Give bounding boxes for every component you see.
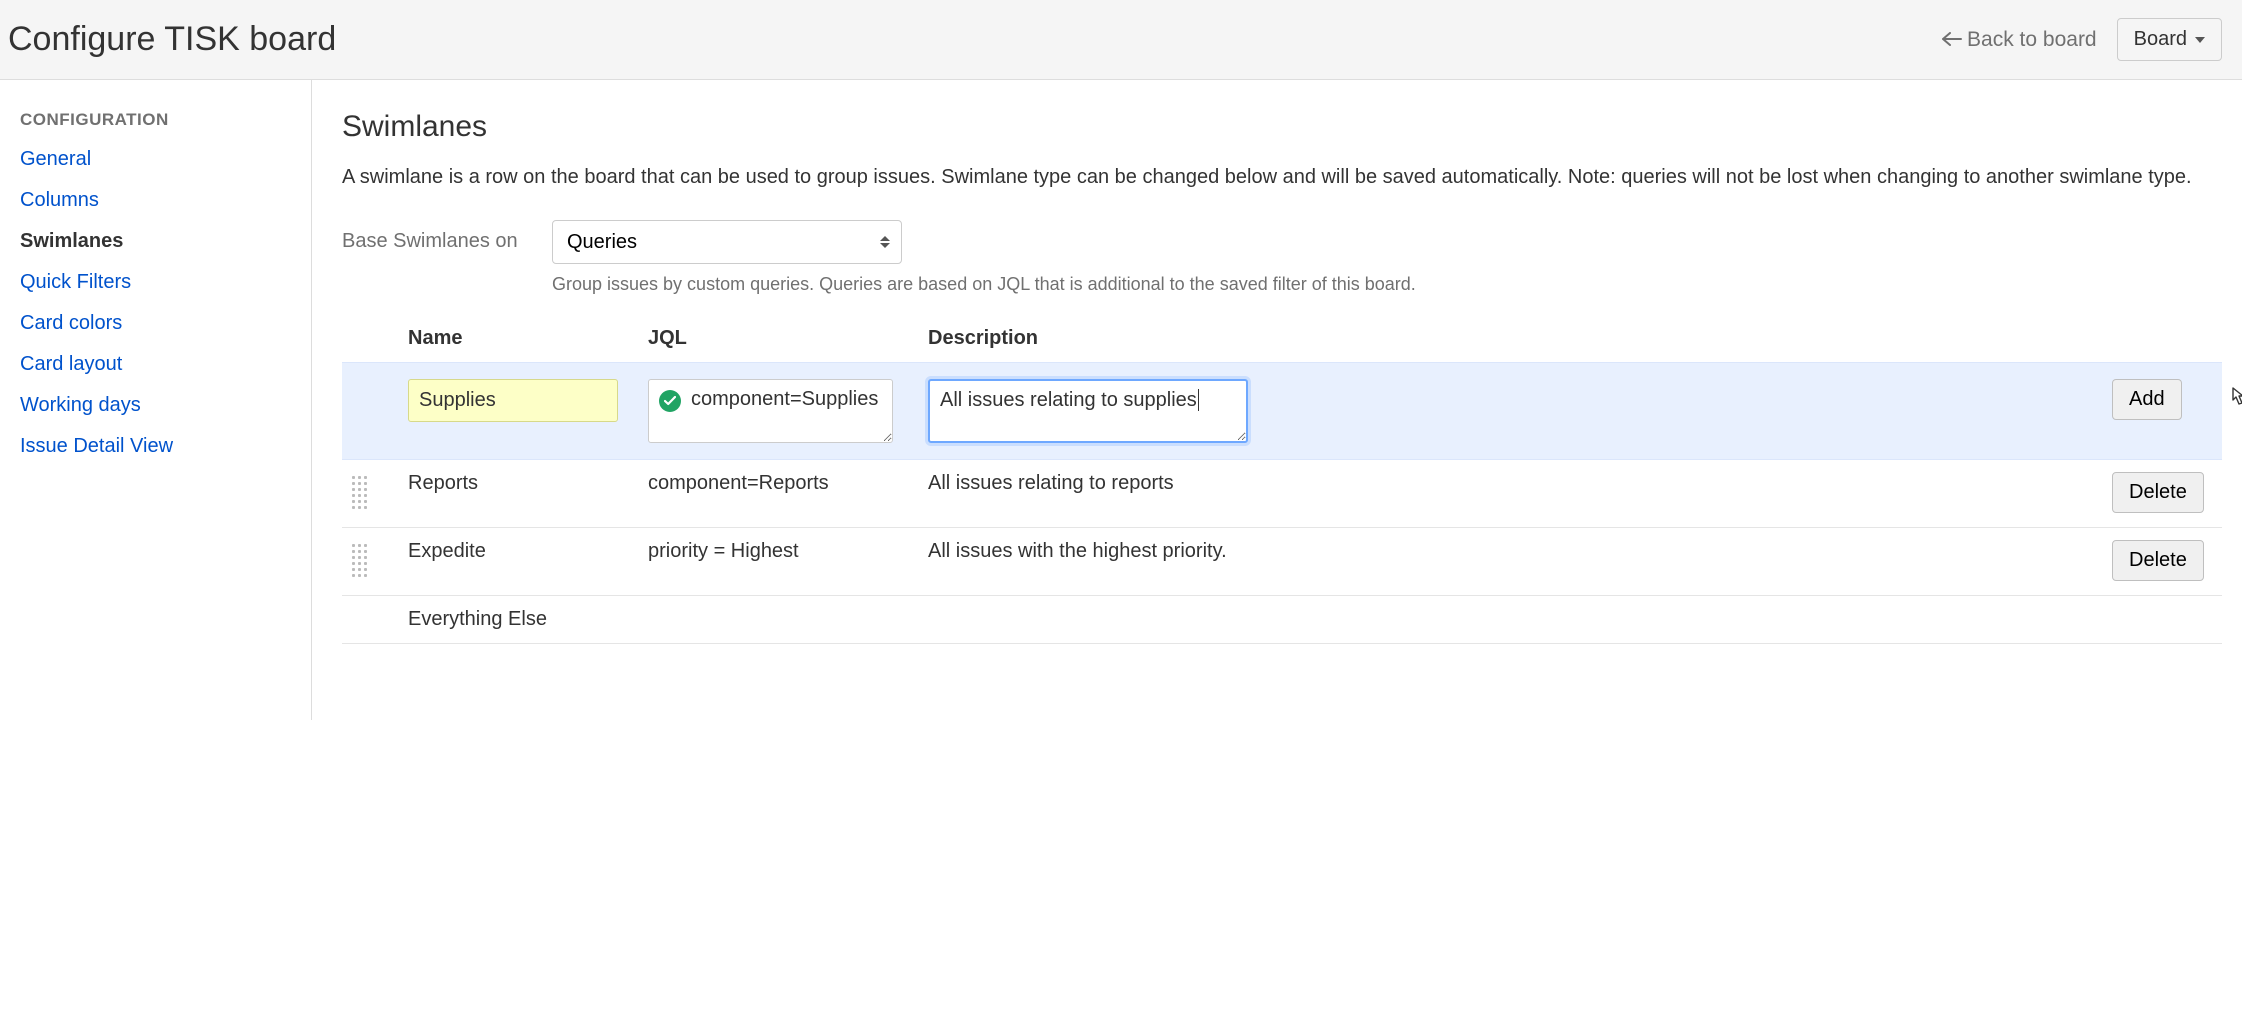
swimlanes-table: Name JQL Description [342, 315, 2222, 644]
caret-down-icon [2195, 37, 2205, 43]
cell-desc[interactable]: All issues relating to reports [918, 460, 2102, 528]
new-swimlane-desc-input[interactable]: All issues relating to supplies​ [928, 379, 1248, 443]
sidebar-item-quick-filters[interactable]: Quick Filters [20, 271, 131, 293]
sidebar-item-card-layout[interactable]: Card layout [20, 353, 122, 375]
back-to-board-link[interactable]: Back to board [1942, 28, 2097, 52]
sidebar-item-swimlanes[interactable]: Swimlanes [20, 230, 123, 252]
col-header-name: Name [398, 315, 638, 363]
base-swimlanes-select[interactable]: Queries [552, 220, 902, 264]
cell-jql[interactable]: priority = Highest [638, 528, 918, 596]
new-swimlane-jql-text: component=Supplies [691, 388, 878, 411]
page-title: Configure TISK board [8, 20, 336, 59]
sidebar-item-card-colors[interactable]: Card colors [20, 312, 122, 334]
cell-name[interactable]: Reports [398, 460, 638, 528]
cell-desc [918, 596, 2102, 644]
col-header-desc: Description [918, 315, 2102, 363]
cell-jql [638, 596, 918, 644]
new-swimlane-jql-input[interactable]: component=Supplies [648, 379, 893, 443]
sidebar-item-issue-detail-view[interactable]: Issue Detail View [20, 435, 173, 457]
base-swimlanes-help: Group issues by custom queries. Queries … [552, 274, 1416, 295]
main-title: Swimlanes [342, 110, 2222, 144]
sidebar: CONFIGURATION General Columns Swimlanes … [0, 80, 312, 720]
base-swimlanes-row: Base Swimlanes on Queries Group issues b… [342, 220, 2222, 295]
header-actions: Back to board Board [1942, 18, 2222, 61]
cell-name[interactable]: Expedite [398, 528, 638, 596]
main-intro: A swimlane is a row on the board that ca… [342, 162, 2222, 192]
new-swimlane-name-input[interactable] [408, 379, 618, 422]
sidebar-item-general[interactable]: General [20, 148, 91, 170]
table-row: Reports component=Reports All issues rel… [342, 460, 2222, 528]
main-panel: Swimlanes A swimlane is a row on the boa… [312, 80, 2242, 720]
back-to-board-label: Back to board [1967, 28, 2097, 52]
delete-button[interactable]: Delete [2112, 472, 2204, 513]
base-swimlanes-label: Base Swimlanes on [342, 220, 532, 253]
board-dropdown-button[interactable]: Board [2117, 18, 2222, 61]
table-row: Expedite priority = Highest All issues w… [342, 528, 2222, 596]
drag-handle-icon[interactable] [352, 540, 370, 580]
col-header-jql: JQL [638, 315, 918, 363]
cell-desc[interactable]: All issues with the highest priority. [918, 528, 2102, 596]
new-swimlane-row: component=Supplies All issues relating t… [342, 363, 2222, 460]
sidebar-heading: CONFIGURATION [20, 110, 291, 130]
cell-jql[interactable]: component=Reports [638, 460, 918, 528]
cursor-pointer-icon [2226, 385, 2242, 415]
cell-name[interactable]: Everything Else [398, 596, 638, 644]
sidebar-item-working-days[interactable]: Working days [20, 394, 141, 416]
add-button[interactable]: Add [2112, 379, 2182, 420]
page-header: Configure TISK board Back to board Board [0, 0, 2242, 80]
table-row: Everything Else [342, 596, 2222, 644]
delete-button[interactable]: Delete [2112, 540, 2204, 581]
arrow-left-icon [1942, 28, 1962, 52]
check-circle-icon [659, 390, 681, 412]
sidebar-item-columns[interactable]: Columns [20, 189, 99, 211]
drag-handle-icon[interactable] [352, 472, 370, 512]
board-dropdown-label: Board [2134, 28, 2187, 51]
